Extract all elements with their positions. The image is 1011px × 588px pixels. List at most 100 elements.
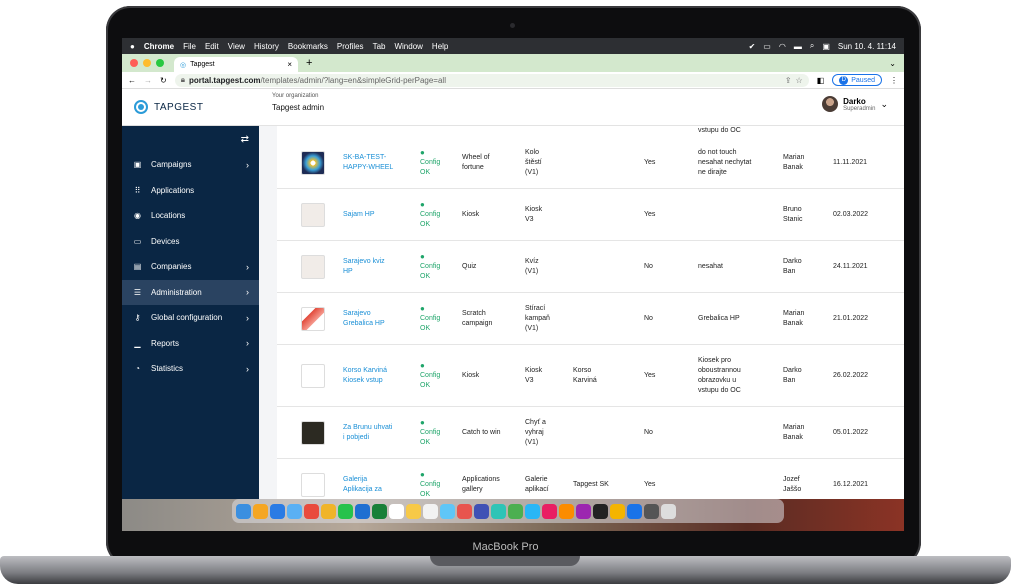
menu-window[interactable]: Window [394, 42, 422, 51]
sidebar-item-campaigns[interactable]: ▣ Campaigns › [122, 152, 259, 178]
user-menu[interactable]: Darko Superadmin ⌄ [822, 96, 888, 112]
tab-search-chevron-icon[interactable]: ⌄ [889, 54, 896, 72]
address-bar[interactable]: 🔒︎ portal.tapgest.com/templates/admin/?l… [174, 73, 809, 87]
sidepanel-icon[interactable]: ◧ [817, 76, 825, 85]
chevron-right-icon: › [246, 287, 249, 298]
config-status: ● Config OK [420, 241, 440, 292]
dock-app-icon[interactable] [593, 503, 608, 519]
dock-app-icon[interactable] [372, 503, 387, 519]
new-tab-button[interactable]: + [306, 54, 312, 72]
dock-app-icon[interactable] [287, 503, 302, 519]
dock-app-icon[interactable] [253, 503, 268, 519]
menu-file[interactable]: File [183, 42, 196, 51]
sidebar-item-reports[interactable]: ▁ Reports › [122, 331, 259, 357]
dock-app-icon[interactable] [661, 503, 676, 519]
wifi-icon[interactable]: ◠ [779, 42, 786, 51]
campaign-name-text[interactable]: Sajam HP [343, 210, 375, 220]
created-date-text: 24.11.2021 [833, 262, 868, 270]
dock-app-icon[interactable] [236, 503, 251, 519]
dock-app-icon[interactable] [355, 503, 370, 519]
organization-name[interactable]: Tapgest admin [272, 103, 324, 112]
sidebar-item-applications[interactable]: ⠿ Applications [122, 178, 259, 204]
reload-icon[interactable]: ↻ [160, 76, 167, 85]
browser-tab[interactable]: ◎ Tapgest × [174, 57, 298, 72]
dock-app-icon[interactable] [338, 503, 353, 519]
control-center-icon[interactable]: ▣ [822, 42, 830, 51]
sidebar-item-locations[interactable]: ◉ Locations [122, 203, 259, 229]
campaign-type: Catch to win [462, 407, 501, 458]
dock-app-icon[interactable] [508, 503, 523, 519]
dock-app-icon[interactable] [576, 503, 591, 519]
menu-tab[interactable]: Tab [373, 42, 386, 51]
sidebar-item-devices[interactable]: ▭ Devices [122, 229, 259, 255]
logo[interactable]: TAPGEST [122, 89, 259, 126]
campaign-name[interactable]: Za Brunu uhvati i pobjedi [343, 407, 392, 458]
menu-profiles[interactable]: Profiles [337, 42, 364, 51]
table-row[interactable]: Korso Karviná Kiosek vstup ● Config OK Kios… [277, 345, 904, 407]
flag-icon[interactable]: ▬ [794, 42, 802, 51]
sidebar-toggle-icon[interactable]: ⇄ [122, 126, 259, 152]
sidebar-item-administration[interactable]: ☰ Administration › [122, 279, 259, 305]
forward-icon[interactable]: → [144, 76, 152, 85]
dock-app-icon[interactable] [304, 503, 319, 519]
table-row[interactable]: Za Brunu uhvati i pobjedi ● Config OK Catch… [277, 407, 904, 459]
menu-help[interactable]: Help [432, 42, 448, 51]
dock-app-icon[interactable] [491, 503, 506, 519]
dock-app-icon[interactable] [440, 503, 455, 519]
dock-app-icon[interactable] [627, 503, 642, 519]
campaign-name[interactable]: Korso Karviná Kiosek vstup [343, 345, 387, 406]
campaign-name[interactable]: Sarajevo kviz HP [343, 241, 385, 292]
table-row[interactable]: Sajam HP ● Config OK Kiosk Kiosk V3 Yes Bruno … [277, 189, 904, 241]
dock-app-icon[interactable] [270, 503, 285, 519]
more-menu-icon[interactable]: ⋮ [890, 76, 898, 85]
sidebar-item-label: Applications [151, 185, 195, 195]
campaign-name[interactable]: Sajam HP [343, 189, 375, 240]
spotlight-icon[interactable]: ⌕ [810, 41, 814, 51]
menu-history[interactable]: History [254, 42, 279, 51]
table-row[interactable]: Sarajevo Grebalica HP ● Config OK Scratch c… [277, 293, 904, 345]
clock[interactable]: Sun 10. 4. 11:14 [838, 42, 896, 51]
sidebar-item-statistics[interactable]: ◔ Statistics › [122, 356, 259, 382]
dock-app-icon[interactable] [644, 503, 659, 519]
menu-edit[interactable]: Edit [205, 42, 219, 51]
dock-app-icon[interactable] [457, 503, 472, 519]
sidebar-item-global-configuration[interactable]: ⚷ Global configuration › [122, 305, 259, 331]
minimize-window-button[interactable] [143, 59, 151, 67]
back-icon[interactable]: ← [128, 76, 136, 85]
check-icon[interactable]: ✔ [749, 42, 756, 51]
status-dot-icon: ● [420, 469, 425, 479]
dock-app-icon[interactable] [542, 503, 557, 519]
dock-app-icon[interactable] [406, 503, 421, 519]
table-row[interactable]: Sarajevo kviz HP ● Config OK Quiz Kvíz (V1) N… [277, 241, 904, 293]
dock-app-icon[interactable] [389, 503, 404, 519]
campaign-name-text[interactable]: Za Brunu uhvati i pobjedi [343, 423, 392, 443]
battery-icon[interactable]: ▭ [763, 42, 771, 51]
menu-view[interactable]: View [228, 42, 245, 51]
dock-app-icon[interactable] [559, 503, 574, 519]
table-row[interactable]: SK-BA-TEST- HAPPY-WHEEL ● Config OK Wheel o… [277, 137, 904, 189]
close-window-button[interactable] [130, 59, 138, 67]
dock-app-icon[interactable] [610, 503, 625, 519]
dock-app-icon[interactable] [321, 503, 336, 519]
share-icon[interactable]: ⇪ [785, 76, 792, 85]
config-status-text: Config OK [420, 158, 441, 176]
bookmark-star-icon[interactable]: ☆ [796, 76, 803, 85]
campaign-name[interactable]: SK-BA-TEST- HAPPY-WHEEL [343, 137, 393, 188]
dock-app-icon[interactable] [423, 503, 438, 519]
profile-button[interactable]: D Paused [832, 74, 882, 86]
zoom-window-button[interactable] [156, 59, 164, 67]
menubar-app-name[interactable]: Chrome [144, 42, 174, 51]
sidebar-item-companies[interactable]: ▤ Companies › [122, 254, 259, 280]
config-status: ● Config OK [420, 189, 440, 240]
campaign-name-text[interactable]: Galerija Aplikacija za [343, 475, 382, 495]
campaign-name[interactable]: Sarajevo Grebalica HP [343, 293, 385, 344]
dock-app-icon[interactable] [525, 503, 540, 519]
menu-bookmarks[interactable]: Bookmarks [288, 42, 328, 51]
campaign-name-text[interactable]: Korso Karviná Kiosek vstup [343, 366, 387, 386]
tab-close-button[interactable]: × [287, 60, 292, 69]
dock-app-icon[interactable] [474, 503, 489, 519]
campaign-name-text[interactable]: Sarajevo Grebalica HP [343, 309, 385, 329]
apple-icon[interactable]: ● [130, 42, 135, 51]
campaign-name-text[interactable]: Sarajevo kviz HP [343, 257, 385, 277]
campaign-name-text[interactable]: SK-BA-TEST- HAPPY-WHEEL [343, 153, 393, 173]
